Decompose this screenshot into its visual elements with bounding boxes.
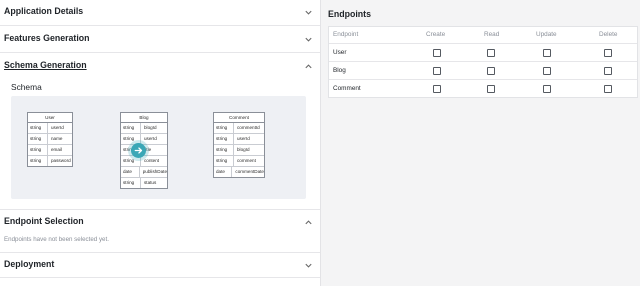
schema-diagram[interactable]: User string userId string name string email… (11, 96, 306, 199)
table-row: Blog (329, 62, 637, 80)
entity-title: Blog (121, 113, 167, 123)
entity-field: string content (121, 156, 167, 167)
chevron-up-icon (305, 220, 312, 225)
accordion-features-generation[interactable]: Features Generation (0, 27, 320, 53)
endpoints-panel: Endpoints Endpoint Create Read Update De… (321, 0, 640, 286)
arrow-right-icon (134, 147, 143, 154)
update-checkbox[interactable] (543, 49, 551, 57)
delete-checkbox[interactable] (604, 49, 612, 57)
accordion-title: Deployment (4, 259, 55, 269)
column-header-endpoint: Endpoint (333, 31, 359, 38)
read-checkbox[interactable] (487, 49, 495, 57)
endpoint-selection-empty-message: Endpoints have not been selected yet. (4, 236, 109, 243)
create-checkbox[interactable] (433, 85, 441, 93)
accordion-schema-generation[interactable]: Schema Generation (0, 54, 320, 80)
column-header-delete: Delete (599, 31, 618, 38)
accordion-deployment[interactable]: Deployment (0, 252, 320, 278)
accordion-application-details[interactable]: Application Details (0, 0, 320, 26)
entity-field: string email (28, 145, 72, 156)
update-checkbox[interactable] (543, 85, 551, 93)
entity-field: string blogId (121, 123, 167, 134)
endpoint-name: Comment (333, 85, 361, 92)
delete-checkbox[interactable] (604, 85, 612, 93)
entity-field: date publishDate (121, 167, 167, 178)
entity-comment[interactable]: Comment string commentId string userId str… (213, 112, 265, 178)
accordion-endpoint-selection[interactable]: Endpoint Selection (0, 209, 320, 235)
endpoints-title: Endpoints (328, 9, 372, 19)
read-checkbox[interactable] (487, 85, 495, 93)
create-checkbox[interactable] (433, 49, 441, 57)
column-header-update: Update (536, 31, 557, 38)
create-checkbox[interactable] (433, 67, 441, 75)
column-header-read: Read (484, 31, 500, 38)
entity-title: Comment (214, 113, 264, 123)
chevron-down-icon (305, 263, 312, 268)
configuration-panel: Application Details Features Generation … (0, 0, 321, 286)
chevron-up-icon (305, 64, 312, 69)
delete-checkbox[interactable] (604, 67, 612, 75)
read-checkbox[interactable] (487, 67, 495, 75)
endpoint-name: Blog (333, 67, 346, 74)
table-row: User (329, 44, 637, 62)
entity-field: string userId (121, 134, 167, 145)
column-header-create: Create (426, 31, 446, 38)
entity-field: date commentDate (214, 167, 264, 177)
endpoint-name: User (333, 49, 347, 56)
accordion-title: Endpoint Selection (4, 216, 84, 226)
entity-field: string userId (214, 134, 264, 145)
entity-field: string commentId (214, 123, 264, 134)
table-row: Comment (329, 80, 637, 97)
entity-field: string status (121, 178, 167, 188)
entity-field: string blogId (214, 145, 264, 156)
table-header: Endpoint Create Read Update Delete (329, 27, 637, 44)
entity-field: string password (28, 156, 72, 166)
chevron-down-icon (305, 37, 312, 42)
cursor-indicator (131, 143, 146, 158)
entity-user[interactable]: User string userId string name string email… (27, 112, 73, 167)
entity-field: string userId (28, 123, 72, 134)
accordion-title: Features Generation (4, 33, 90, 43)
entity-field: string name (28, 134, 72, 145)
chevron-down-icon (305, 10, 312, 15)
update-checkbox[interactable] (543, 67, 551, 75)
accordion-title: Application Details (4, 6, 84, 16)
schema-heading: Schema (11, 82, 42, 92)
entity-field: string comment (214, 156, 264, 167)
accordion-title: Schema Generation (4, 60, 87, 70)
endpoints-table: Endpoint Create Read Update Delete User … (328, 26, 638, 98)
entity-title: User (28, 113, 72, 123)
